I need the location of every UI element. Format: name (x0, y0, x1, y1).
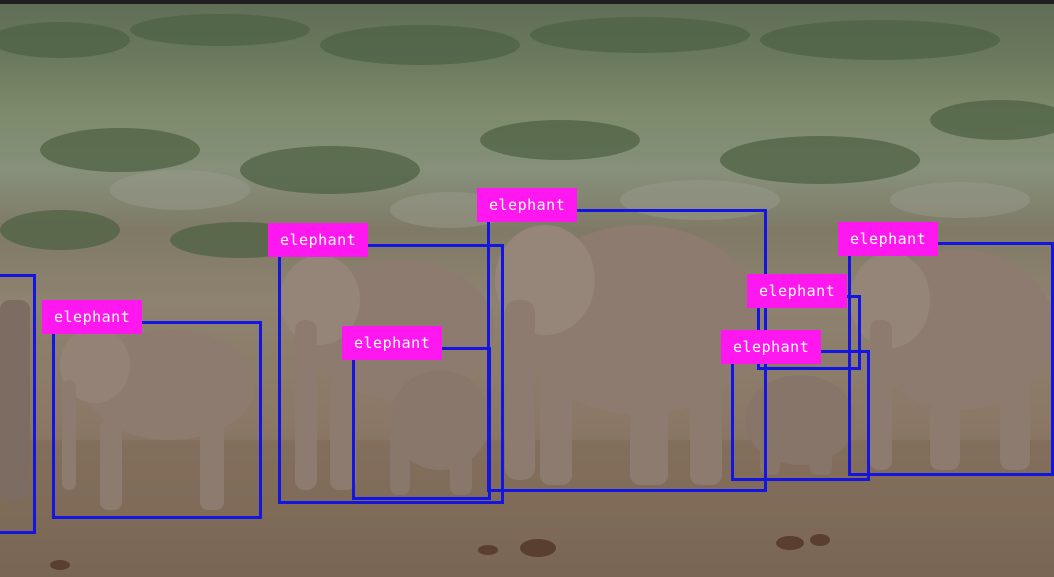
detection-label-4: elephant (342, 326, 443, 360)
video-frame: elephant elephant elephant elephant elep… (0, 0, 1054, 577)
detection-label-6: elephant (838, 222, 939, 256)
detection-label-3: elephant (268, 223, 369, 257)
detection-label-7: elephant (747, 274, 848, 308)
detection-box-8 (731, 350, 870, 481)
detection-label-5: elephant (477, 188, 578, 222)
detection-box-6 (848, 242, 1054, 476)
detection-label-2: elephant (42, 300, 143, 334)
detection-box-1 (0, 274, 36, 534)
detection-box-2 (52, 321, 262, 519)
detection-box-4 (352, 347, 491, 500)
detection-label-8: elephant (721, 330, 822, 364)
